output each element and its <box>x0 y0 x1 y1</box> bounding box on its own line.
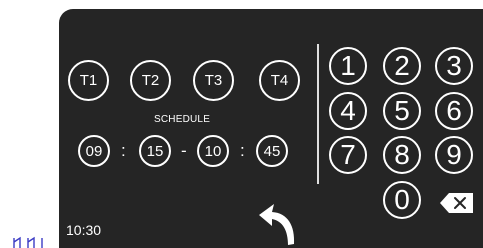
vertical-divider <box>317 44 319 184</box>
timer-button-t4[interactable]: T4 <box>259 60 300 101</box>
keypad-key-1[interactable]: 1 <box>329 47 367 85</box>
keypad-key-3[interactable]: 3 <box>435 47 473 85</box>
timer-button-t1[interactable]: T1 <box>68 60 109 101</box>
schedule-start-hour[interactable]: 09 <box>78 135 110 167</box>
schedule-end-minute[interactable]: 45 <box>256 135 288 167</box>
page: T1 T2 T3 T4 SCHEDULE 09 : 15 - 10 : 45 1… <box>0 0 483 248</box>
schedule-dash: - <box>181 141 187 160</box>
keypad-key-7[interactable]: 7 <box>329 136 367 174</box>
keypad-key-9[interactable]: 9 <box>435 136 473 174</box>
keypad-key-6[interactable]: 6 <box>435 92 473 130</box>
backspace-icon[interactable] <box>439 192 475 214</box>
keypad-key-2[interactable]: 2 <box>383 47 421 85</box>
back-arrow-icon[interactable] <box>257 204 297 246</box>
keypad-key-8[interactable]: 8 <box>383 136 421 174</box>
schedule-colon-end: : <box>240 141 245 160</box>
timer-button-t3[interactable]: T3 <box>193 60 234 101</box>
keypad-key-0[interactable]: 0 <box>383 181 421 219</box>
schedule-start-minute[interactable]: 15 <box>139 135 171 167</box>
schedule-label: SCHEDULE <box>154 114 211 125</box>
schedule-colon-start: : <box>121 141 126 160</box>
background-corner-marks <box>13 236 43 248</box>
thermostat-panel: T1 T2 T3 T4 SCHEDULE 09 : 15 - 10 : 45 1… <box>59 9 483 248</box>
timer-button-t2[interactable]: T2 <box>130 60 171 101</box>
keypad-key-5[interactable]: 5 <box>383 92 421 130</box>
clock-time: 10:30 <box>66 222 102 238</box>
schedule-end-hour[interactable]: 10 <box>197 135 229 167</box>
keypad-key-4[interactable]: 4 <box>329 92 367 130</box>
